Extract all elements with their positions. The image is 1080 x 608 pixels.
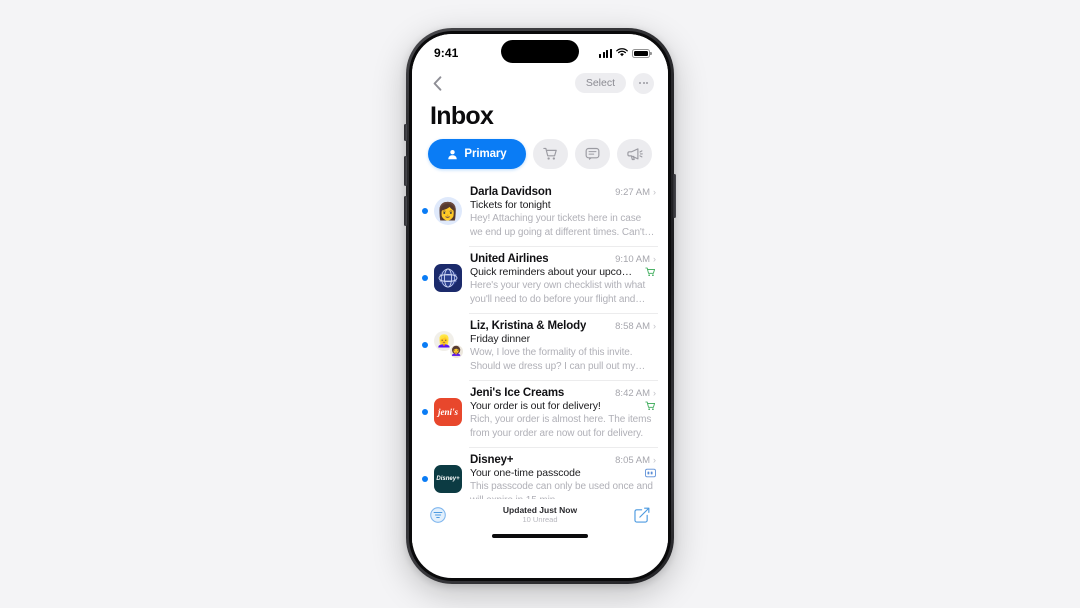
phone-mockup: 9:41 Select Inbox Primary 👩 Darla Davids… bbox=[404, 28, 676, 584]
sync-status: Updated Just Now 10 Unread bbox=[503, 505, 577, 524]
bottom-toolbar-area: Updated Just Now 10 Unread bbox=[412, 499, 668, 543]
shopping-cart-icon bbox=[543, 147, 557, 160]
cart-badge-icon bbox=[645, 401, 656, 411]
page-title: Inbox bbox=[412, 98, 668, 139]
unread-dot bbox=[422, 208, 428, 214]
chevron-right-icon: › bbox=[653, 187, 656, 197]
megaphone-icon bbox=[626, 148, 643, 161]
mail-content: Liz, Kristina & Melody 8:58 AM › Friday … bbox=[470, 320, 658, 373]
status-time: 9:41 bbox=[434, 46, 459, 60]
mail-preview: Rich, your order is almost here. The ite… bbox=[470, 414, 652, 439]
mail-sender: United Airlines bbox=[470, 253, 549, 265]
table-row[interactable]: jeni's Jeni's Ice Creams 8:42 AM › Your … bbox=[412, 380, 668, 447]
chevron-right-icon: › bbox=[653, 321, 656, 331]
dynamic-island bbox=[501, 40, 579, 63]
avatar-emoji-secondary: 👩‍🦱 bbox=[449, 344, 464, 359]
mail-subject: Your one-time passcode bbox=[470, 467, 581, 479]
avatar-emoji: 👩 bbox=[437, 201, 459, 221]
mail-time: 8:42 AM bbox=[615, 388, 650, 399]
mail-content: Jeni's Ice Creams 8:42 AM › Your order i… bbox=[470, 387, 658, 440]
mail-time: 9:27 AM bbox=[615, 187, 650, 198]
unread-dot bbox=[422, 409, 428, 415]
unread-count-label: 10 Unread bbox=[522, 514, 558, 524]
bottom-toolbar: Updated Just Now 10 Unread bbox=[412, 499, 668, 529]
phone-frame: 9:41 Select Inbox Primary 👩 Darla Davids… bbox=[404, 28, 676, 584]
navigation-bar: Select bbox=[412, 68, 668, 98]
filter-chip-promotions[interactable] bbox=[617, 139, 652, 169]
unread-dot bbox=[422, 476, 428, 482]
volume-up-button[interactable] bbox=[404, 156, 407, 186]
filter-chip-primary-label: Primary bbox=[464, 148, 507, 160]
passcode-badge-icon bbox=[645, 468, 656, 478]
filter-chip-primary[interactable]: Primary bbox=[428, 139, 526, 169]
table-row[interactable]: 👩 Darla Davidson 9:27 AM › Tickets for t… bbox=[412, 179, 668, 246]
table-row[interactable]: 👱‍♀️ 👩‍🦱 Liz, Kristina & Melody 8:58 AM … bbox=[412, 313, 668, 380]
more-options-button[interactable] bbox=[633, 72, 654, 94]
mail-preview: This passcode can only be used once and … bbox=[470, 481, 653, 499]
battery-icon bbox=[632, 48, 652, 58]
status-indicators bbox=[598, 40, 652, 62]
avatar: Disney+ bbox=[434, 465, 462, 493]
chevron-left-icon bbox=[433, 75, 441, 91]
filter-circle-icon[interactable] bbox=[428, 505, 448, 525]
mail-preview: Here's your very own checklist with what… bbox=[470, 280, 646, 305]
mail-time: 9:10 AM bbox=[615, 254, 650, 265]
avatar: 👩 bbox=[434, 197, 462, 225]
mail-subject: Friday dinner bbox=[470, 333, 530, 345]
filter-chip-shopping[interactable] bbox=[533, 139, 568, 169]
ellipsis-icon bbox=[638, 82, 641, 84]
mail-sender: Liz, Kristina & Melody bbox=[470, 320, 587, 332]
select-button[interactable]: Select bbox=[574, 73, 626, 93]
mail-content: Disney+ 8:05 AM › Your one-time passcode bbox=[470, 454, 658, 499]
home-indicator[interactable] bbox=[492, 534, 588, 538]
united-globe-icon bbox=[438, 268, 458, 288]
mail-content: United Airlines 9:10 AM › Quick reminder… bbox=[470, 253, 658, 306]
mail-list[interactable]: 👩 Darla Davidson 9:27 AM › Tickets for t… bbox=[412, 179, 668, 499]
table-row[interactable]: Disney+ Disney+ 8:05 AM › Your one-time … bbox=[412, 447, 668, 499]
compose-icon[interactable] bbox=[632, 505, 652, 525]
avatar: jeni's bbox=[434, 398, 462, 426]
mail-subject: Tickets for tonight bbox=[470, 199, 551, 211]
avatar bbox=[434, 264, 462, 292]
filter-chip-transactions[interactable] bbox=[575, 139, 610, 169]
mail-sender: Darla Davidson bbox=[470, 186, 552, 198]
mail-content: Darla Davidson 9:27 AM › Tickets for ton… bbox=[470, 186, 658, 239]
mail-subject: Quick reminders about your upcoming... bbox=[470, 266, 639, 278]
unread-dot bbox=[422, 275, 428, 281]
mail-subject: Your order is out for delivery! bbox=[470, 400, 601, 412]
chevron-right-icon: › bbox=[653, 388, 656, 398]
nav-actions: Select bbox=[574, 72, 654, 94]
mail-preview: Wow, I love the formality of this invite… bbox=[470, 347, 636, 372]
back-button[interactable] bbox=[426, 72, 448, 94]
cart-badge-icon bbox=[645, 267, 656, 277]
silent-switch[interactable] bbox=[404, 124, 407, 141]
power-button[interactable] bbox=[673, 174, 676, 218]
filter-chip-row: Primary bbox=[412, 139, 668, 179]
mail-time: 8:58 AM bbox=[615, 321, 650, 332]
avatar-logo-text: jeni's bbox=[437, 407, 458, 417]
mail-preview: Hey! Attaching your tickets here in case… bbox=[470, 213, 645, 238]
mail-sender: Jeni's Ice Creams bbox=[470, 387, 565, 399]
mail-sender: Disney+ bbox=[470, 454, 514, 466]
table-row[interactable]: United Airlines 9:10 AM › Quick reminder… bbox=[412, 246, 668, 313]
avatar-logo-text: Disney+ bbox=[436, 476, 460, 482]
unread-dot bbox=[422, 342, 428, 348]
cellular-signal-icon bbox=[598, 48, 612, 58]
volume-down-button[interactable] bbox=[404, 196, 407, 226]
chat-bubble-icon bbox=[585, 147, 600, 161]
phone-screen: 9:41 Select Inbox Primary 👩 Darla Davids… bbox=[412, 34, 668, 578]
person-icon bbox=[448, 149, 458, 159]
mail-time: 8:05 AM bbox=[615, 455, 650, 466]
wifi-icon bbox=[616, 44, 628, 62]
chevron-right-icon: › bbox=[653, 254, 656, 264]
status-bar: 9:41 bbox=[412, 34, 668, 68]
avatar: 👱‍♀️ 👩‍🦱 bbox=[434, 331, 464, 359]
chevron-right-icon: › bbox=[653, 455, 656, 465]
